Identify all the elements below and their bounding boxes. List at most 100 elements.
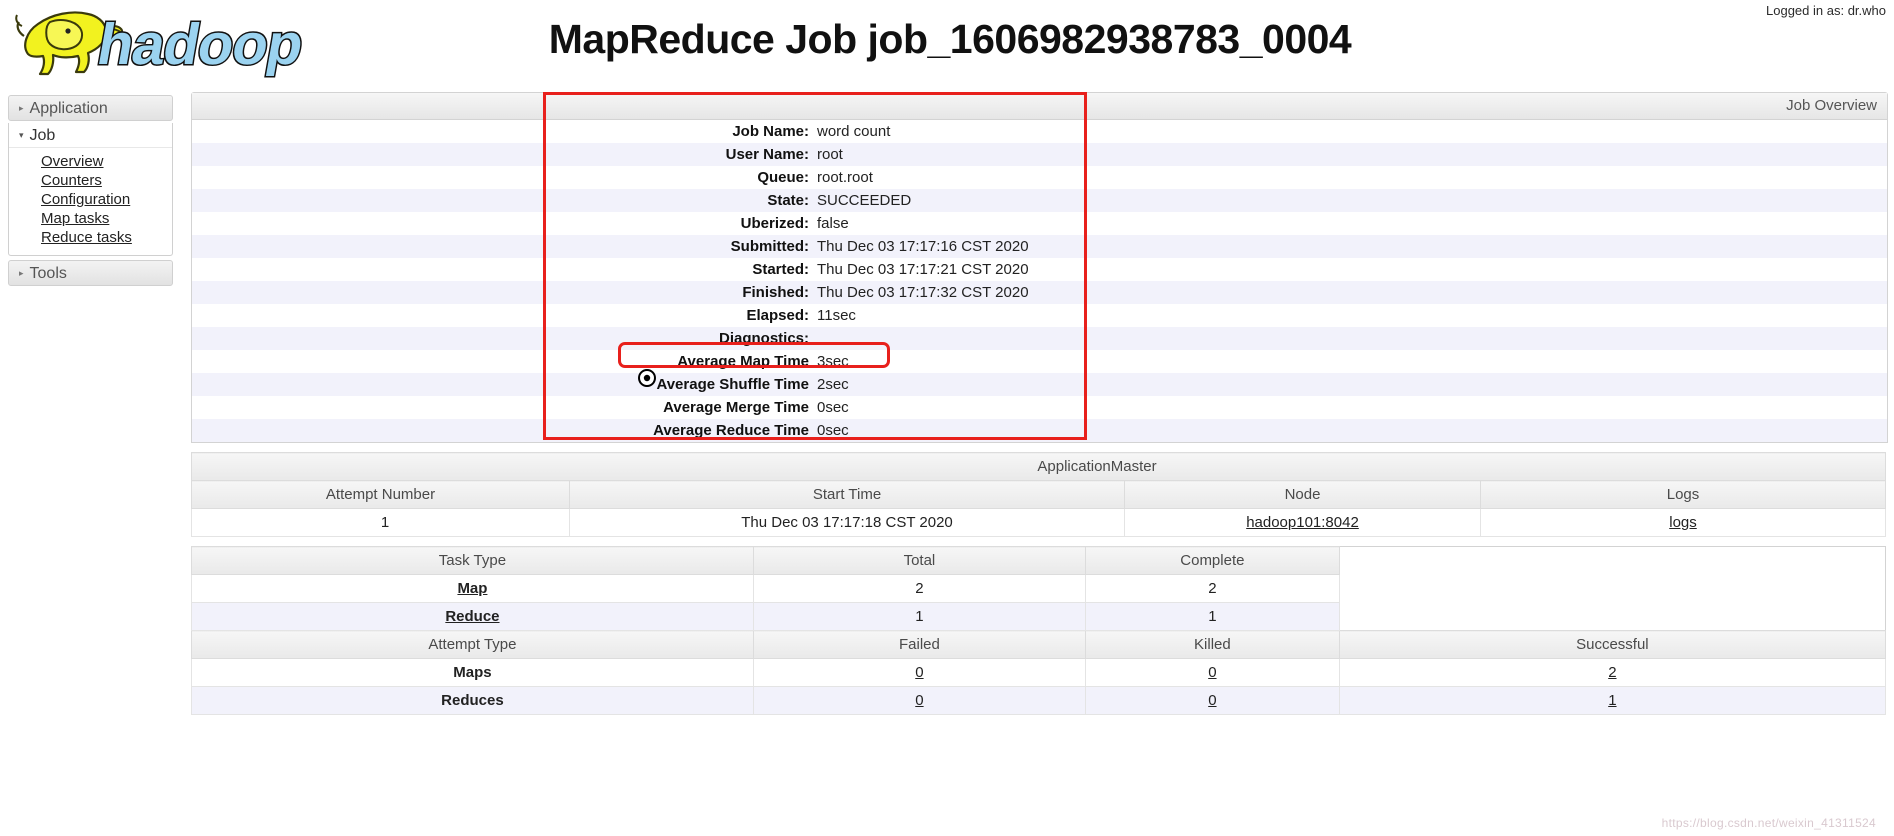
cell-task-type: Reduce [191,602,754,631]
column-header-logs[interactable]: Logs [1480,480,1886,509]
row-value: false [817,215,849,232]
application-master-title: ApplicationMaster [191,452,1886,481]
column-header-total[interactable]: Total [752,546,1086,575]
svg-text:hadoop: hadoop [93,12,308,77]
sidebar-section-tools[interactable]: ▸ Tools [8,260,173,286]
page-root: hadoop MapReduce Job job_1606982938783_0… [0,0,1894,836]
cell-logs: logs [1480,508,1886,537]
page-title: MapReduce Job job_1606982938783_0004 [548,16,1352,62]
table-row: Job Name: word count [192,120,1887,143]
table-row: Finished: Thu Dec 03 17:17:32 CST 2020 [192,281,1887,304]
row-label: Average Shuffle Time [656,376,809,393]
cell-complete: 2 [1084,574,1340,603]
table-row: 1 Thu Dec 03 17:17:18 CST 2020 hadoop101… [191,508,1886,537]
sidebar-section-job-header[interactable]: ▾ Job [9,123,172,148]
job-overview-panel: Job Overview Job Name: word count User Na… [191,92,1888,443]
row-value: root [817,146,843,163]
sidebar-item-overview[interactable]: Overview [9,152,172,171]
column-header-attempt-number[interactable]: Attempt Number [191,480,570,509]
row-value: Thu Dec 03 17:17:21 CST 2020 [817,261,1029,278]
cell-total: 2 [752,574,1086,603]
chevron-right-icon: ▸ [19,103,24,113]
sidebar-section-application-label: Application [29,100,108,117]
sidebar-item-map-tasks[interactable]: Map tasks [9,209,172,228]
cell-attempt-type: Maps [191,658,754,687]
column-header-start-time[interactable]: Start Time [569,480,1125,509]
reduces-successful-link[interactable]: 1 [1608,692,1616,709]
column-header-failed[interactable]: Failed [752,630,1086,659]
row-value: word count [817,123,891,140]
column-header-task-type[interactable]: Task Type [191,546,754,575]
table-row: Uberized: false [192,212,1887,235]
row-value: Thu Dec 03 17:17:32 CST 2020 [817,284,1029,301]
table-row: Map 2 2 [191,574,1886,603]
row-label: Finished: [742,284,809,301]
cell-spacer [1339,574,1886,603]
row-label: Average Reduce Time [653,422,809,439]
column-header-node[interactable]: Node [1124,480,1481,509]
table-row-average-map-time: Average Map Time 3sec [192,350,1887,373]
row-value: 2sec [817,376,849,393]
table-row: Elapsed: 11sec [192,304,1887,327]
reduces-killed-link[interactable]: 0 [1208,692,1216,709]
node-link[interactable]: hadoop101:8042 [1246,514,1359,531]
table-row: ApplicationMaster [191,452,1886,481]
cell-killed: 0 [1084,686,1340,715]
column-header-attempt-type[interactable]: Attempt Type [191,630,754,659]
chevron-down-icon: ▾ [19,130,24,140]
sidebar-section-job-label: Job [29,127,56,144]
cell-attempt-type: Reduces [191,686,754,715]
maps-failed-link[interactable]: 0 [915,664,923,681]
row-label: Queue: [757,169,809,186]
map-tasks-link[interactable]: Map [457,580,487,597]
table-row: State: SUCCEEDED [192,189,1887,212]
row-value [816,327,1887,350]
sidebar-section-job: ▾ Job Overview Counters Configuration Map… [8,123,173,256]
maps-killed-link[interactable]: 0 [1208,664,1216,681]
row-value: 0sec [817,422,849,439]
main-content: Job Overview Job Name: word count User Na… [191,92,1888,715]
cell-failed: 0 [752,658,1086,687]
table-row: User Name: root [192,143,1887,166]
watermark-text: https://blog.csdn.net/weixin_41311524 [1661,816,1876,830]
logs-link[interactable]: logs [1669,514,1697,531]
row-label: User Name: [725,146,809,163]
task-summary-table: Task Type Total Complete Map 2 2 Reduce … [191,546,1887,715]
table-row: Queue: root.root [192,166,1887,189]
reduces-failed-link[interactable]: 0 [915,692,923,709]
table-row: Reduces 0 0 1 [191,686,1887,715]
reduce-tasks-link[interactable]: Reduce [445,608,499,625]
table-row: Started: Thu Dec 03 17:17:21 CST 2020 [192,258,1887,281]
sidebar-nav: ▸ Application ▾ Job Overview Counters Conf… [8,95,173,288]
table-row: Attempt Type Failed Killed Successful [191,630,1887,659]
table-row: Submitted: Thu Dec 03 17:17:16 CST 2020 [192,235,1887,258]
logged-in-user: Logged in as: dr.who [1766,3,1886,18]
table-row: Task Type Total Complete [191,546,1886,575]
column-header-successful[interactable]: Successful [1338,630,1887,659]
table-row-average-merge-time: Average Merge Time 0sec [192,396,1887,419]
row-label: State: [767,192,809,209]
sidebar-section-application[interactable]: ▸ Application [8,95,173,121]
table-row: Diagnostics: [192,327,1887,350]
cell-successful: 1 [1338,686,1887,715]
table-row-average-reduce-time: Average Reduce Time 0sec [192,419,1887,442]
sidebar-item-reduce-tasks[interactable]: Reduce tasks [9,228,172,247]
page-header: hadoop MapReduce Job job_1606982938783_0… [0,0,1894,88]
row-label: Diagnostics: [718,330,809,347]
cell-killed: 0 [1084,658,1340,687]
cell-task-type: Map [191,574,754,603]
table-row: Attempt Number Start Time Node Logs [191,480,1886,509]
sidebar-item-counters[interactable]: Counters [9,171,172,190]
maps-successful-link[interactable]: 2 [1608,664,1616,681]
hadoop-logo[interactable]: hadoop [10,2,370,84]
column-header-complete[interactable]: Complete [1084,546,1340,575]
row-value: 11sec [817,307,856,324]
cell-node: hadoop101:8042 [1124,508,1481,537]
row-label: Uberized: [740,215,809,232]
column-header-killed[interactable]: Killed [1084,630,1340,659]
sidebar-item-configuration[interactable]: Configuration [9,190,172,209]
row-value: root.root [817,169,873,186]
row-label: Elapsed: [746,307,809,324]
cell-failed: 0 [752,686,1086,715]
chevron-right-icon: ▸ [19,268,24,278]
